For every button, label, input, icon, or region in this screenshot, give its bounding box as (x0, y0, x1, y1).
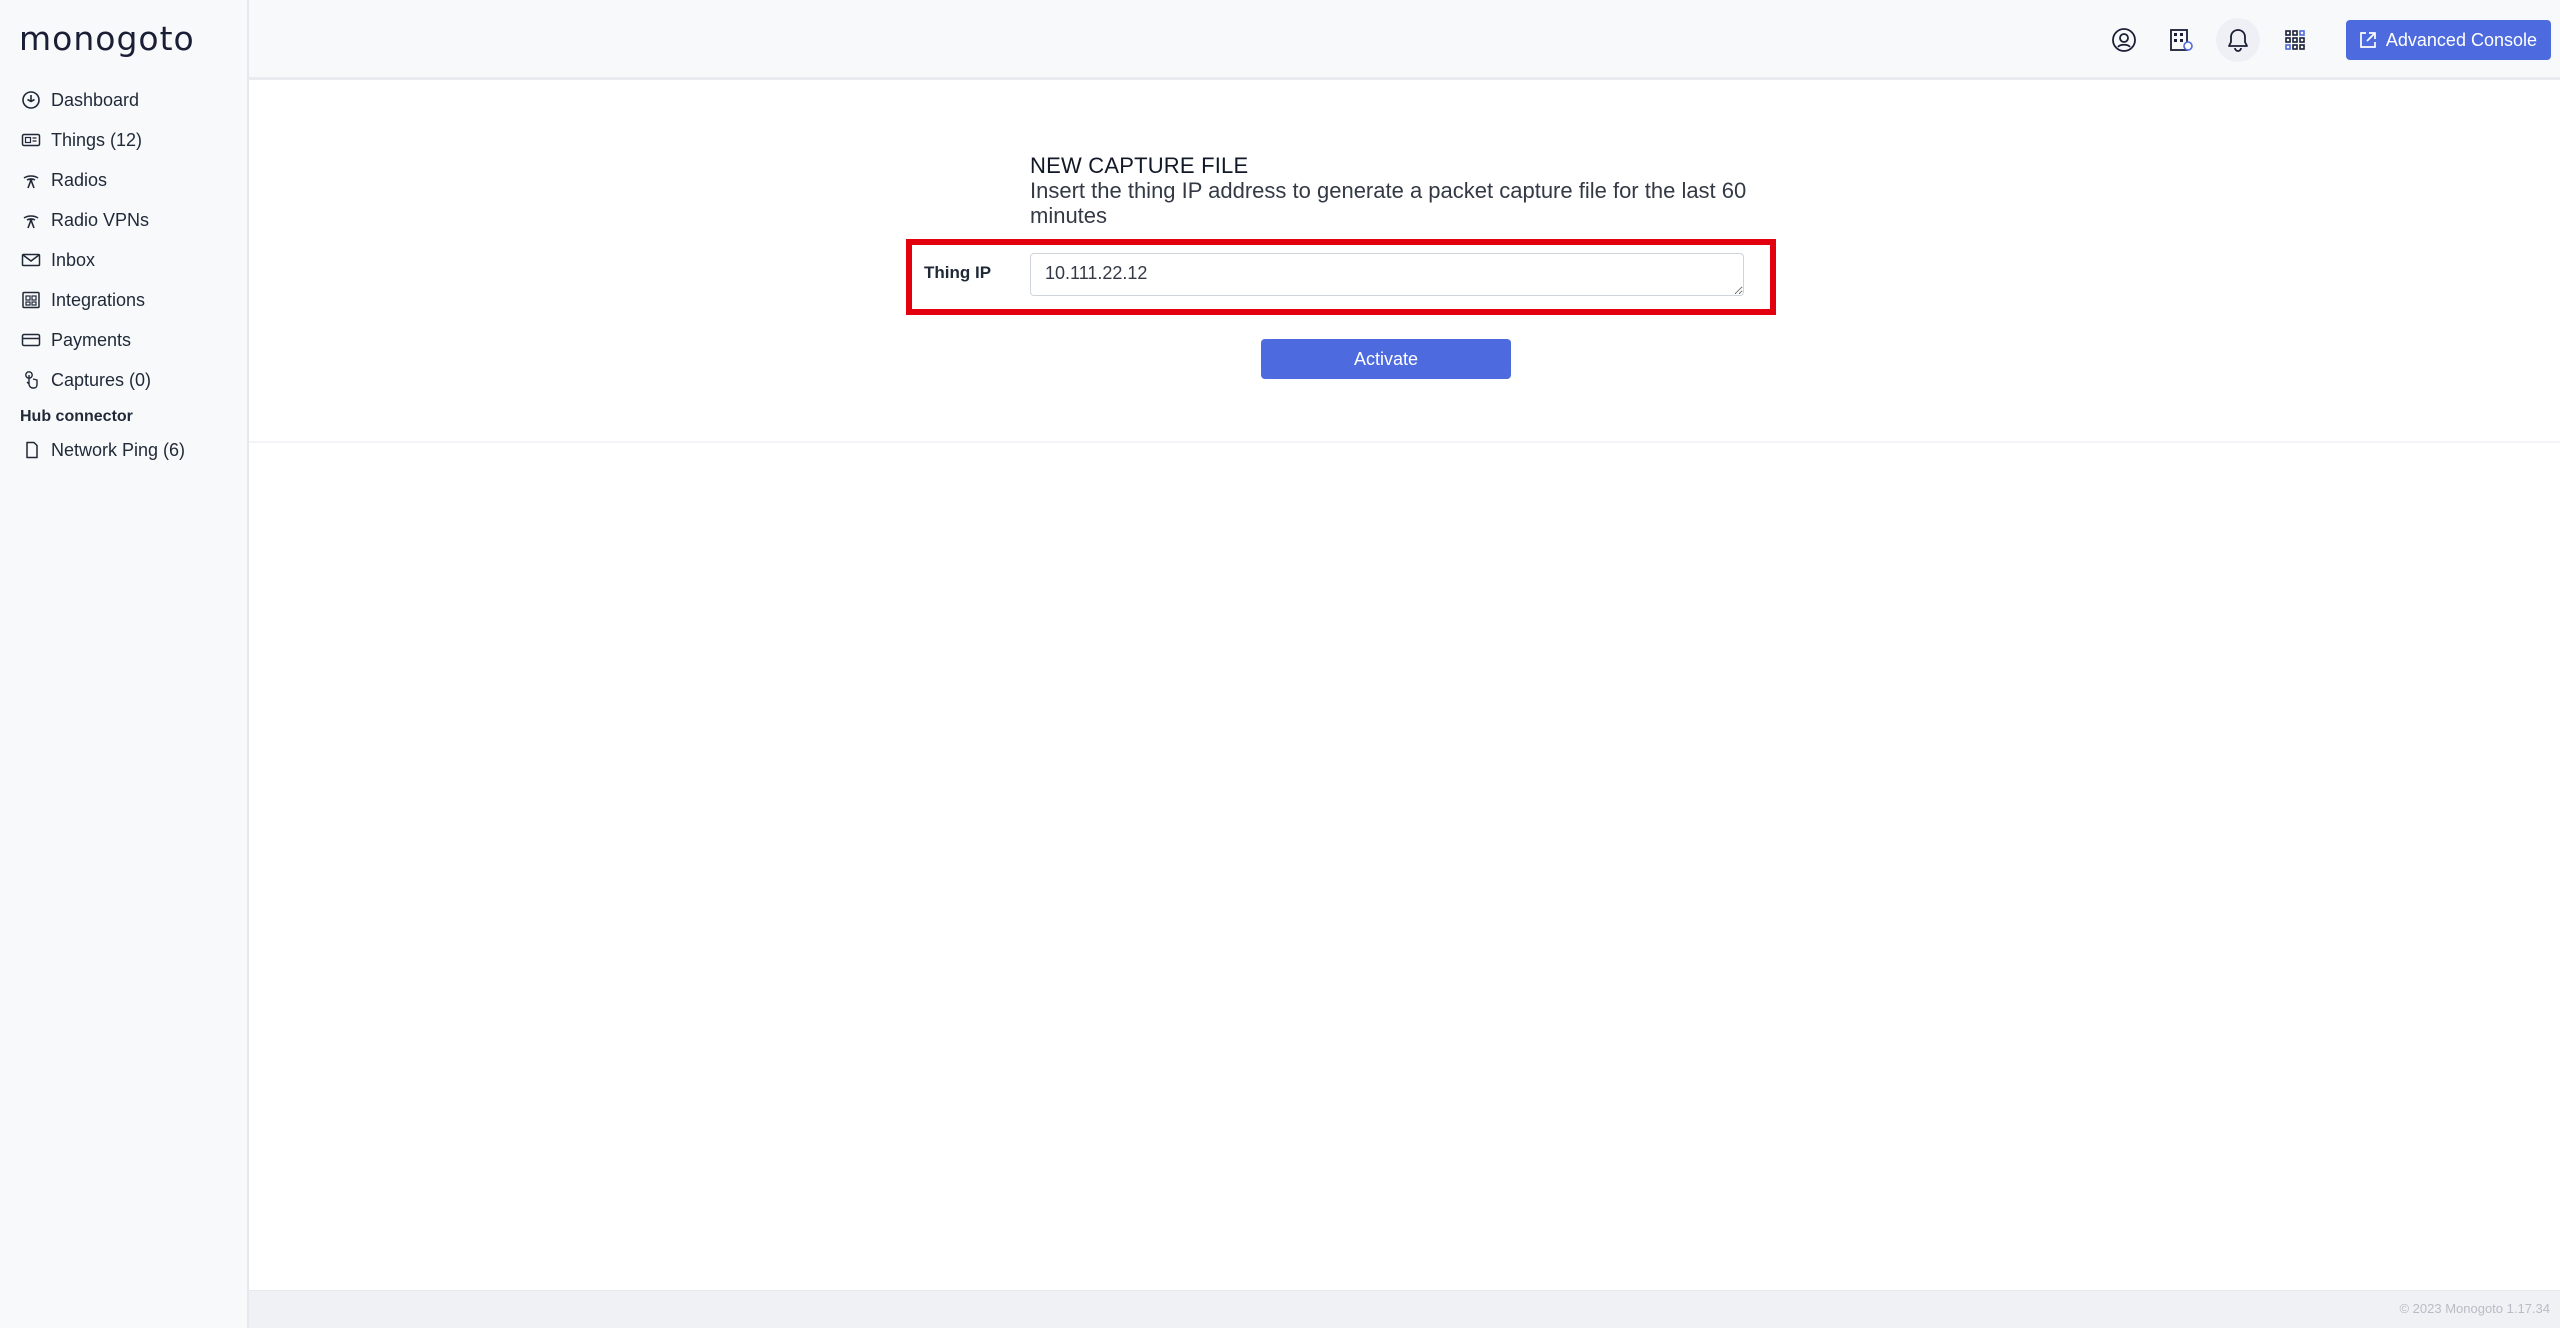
radio-antenna-icon (20, 169, 42, 191)
sidebar-item-label: Integrations (51, 289, 146, 310)
sidebar-item-network-ping[interactable]: Network Ping (6) (0, 430, 247, 470)
capture-touch-icon (20, 369, 42, 391)
sidebar-item-radio-vpns[interactable]: Radio VPNs (0, 200, 247, 240)
apps-grid-icon[interactable] (2273, 18, 2317, 62)
radio-antenna-icon (20, 209, 42, 231)
divider (249, 441, 2560, 443)
credit-card-icon (20, 329, 42, 351)
thing-ip-label: Thing IP (924, 263, 992, 282)
sidebar-item-label: Inbox (51, 249, 96, 270)
thing-ip-input[interactable] (1030, 253, 1744, 296)
form-description: Insert the thing IP address to generate … (1030, 178, 1747, 228)
sim-icon (20, 439, 42, 461)
top-header: Advanced Console (249, 0, 2560, 80)
sidebar-item-things[interactable]: Things (12) (0, 120, 247, 160)
page-title: NEW CAPTURE FILE (1030, 153, 1249, 178)
sidebar-item-captures[interactable]: Captures (0) (0, 360, 247, 400)
envelope-icon (20, 249, 42, 271)
sidebar-item-inbox[interactable]: Inbox (0, 240, 247, 280)
sidebar-item-integrations[interactable]: Integrations (0, 280, 247, 320)
sidebar-item-label: Payments (51, 329, 132, 350)
footer-copyright: © 2023 Monogoto 1.17.34 (2399, 1301, 2550, 1316)
advanced-console-label: Advanced Console (2385, 29, 2537, 50)
sidebar-item-radios[interactable]: Radios (0, 160, 247, 200)
external-link-icon (2360, 32, 2376, 48)
sidebar: monogoto Dashboard Things (12) Radios Ra… (0, 0, 249, 1328)
organization-icon[interactable] (2159, 18, 2203, 62)
advanced-console-button[interactable]: Advanced Console (2345, 20, 2551, 60)
sidebar-section-hub-connector: Hub connector (20, 408, 133, 425)
sidebar-item-label: Network Ping (6) (51, 439, 186, 460)
footer: © 2023 Monogoto 1.17.34 (249, 1290, 2560, 1328)
bell-icon[interactable] (2215, 18, 2260, 62)
sidebar-item-label: Dashboard (51, 89, 140, 110)
sidebar-item-label: Things (12) (51, 129, 143, 150)
logo-text: monogoto (19, 18, 195, 58)
activate-button[interactable]: Activate (1261, 339, 1511, 379)
header-actions: Advanced Console (2102, 0, 2560, 80)
main-content: NEW CAPTURE FILE Insert the thing IP add… (249, 80, 2560, 1290)
user-circle-icon[interactable] (2102, 18, 2146, 62)
dashboard-icon (20, 89, 42, 111)
sidebar-item-dashboard[interactable]: Dashboard (0, 80, 247, 120)
sidebar-nav: Dashboard Things (12) Radios Radio VPNs … (0, 80, 247, 470)
sidebar-item-payments[interactable]: Payments (0, 320, 247, 360)
sidebar-item-label: Radio VPNs (51, 209, 150, 230)
integrations-icon (20, 289, 42, 311)
sidebar-item-label: Captures (0) (51, 369, 152, 390)
sim-card-icon (20, 129, 42, 151)
logo[interactable]: monogoto (19, 19, 195, 57)
sidebar-item-label: Radios (51, 169, 108, 190)
